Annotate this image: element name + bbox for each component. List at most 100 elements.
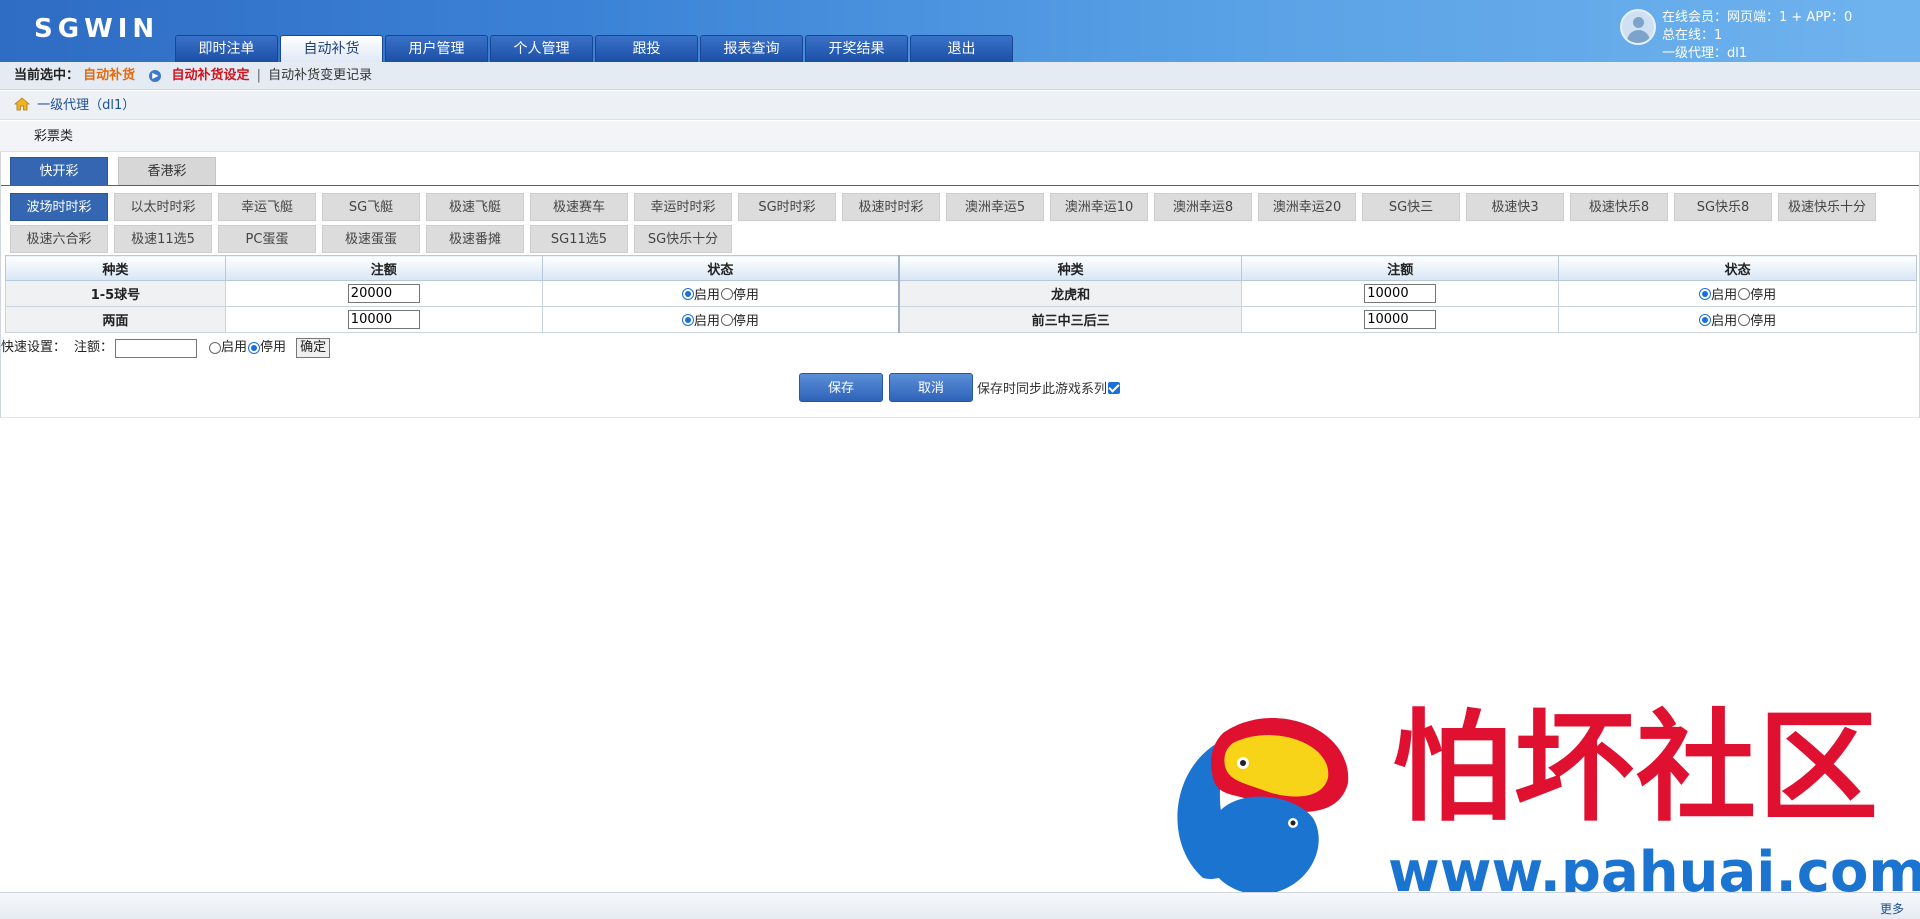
game-tab[interactable]: 澳洲幸运20: [1258, 193, 1356, 221]
disable-radio[interactable]: [1738, 314, 1751, 326]
game-tab[interactable]: 以太时时彩: [114, 193, 212, 221]
enable-radio[interactable]: [1699, 314, 1712, 326]
breadcrumb-separator: |: [256, 68, 261, 83]
disable-radio[interactable]: [1738, 288, 1751, 300]
kind-cell: 前三中三后三: [898, 306, 1243, 333]
disable-label: 停用: [732, 314, 759, 329]
auto-replenish-settings-link[interactable]: 自动补货设定: [171, 68, 249, 83]
breadcrumb-label: 当前选中：: [14, 68, 80, 83]
game-tab[interactable]: 极速11选5: [114, 225, 212, 253]
lottery-type-tabs: 快开彩 香港彩: [10, 157, 216, 185]
game-tab[interactable]: 幸运飞艇: [218, 193, 316, 221]
game-tab[interactable]: SG快乐8: [1674, 193, 1772, 221]
status-cell: 启用 停用: [1558, 306, 1917, 333]
game-tab[interactable]: 极速快乐十分: [1778, 193, 1876, 221]
category-bar: 彩票类: [0, 121, 1920, 152]
footer-bar: 更多: [0, 892, 1920, 919]
game-tab[interactable]: 极速番摊: [426, 225, 524, 253]
game-tab[interactable]: 澳洲幸运10: [1050, 193, 1148, 221]
home-icon: [14, 97, 30, 111]
amount-cell: [224, 280, 543, 307]
game-tab[interactable]: 波场时时彩: [10, 193, 108, 221]
sync-series-checkbox[interactable]: [1108, 381, 1121, 394]
game-tab[interactable]: 澳洲幸运5: [946, 193, 1044, 221]
nav-tab-follow-bet[interactable]: 跟投: [595, 35, 698, 62]
main-nav: 即时注单 自动补货 用户管理 个人管理 跟投 报表查询 开奖结果 退出: [175, 35, 1013, 62]
nav-tab-reports[interactable]: 报表查询: [700, 35, 803, 62]
enable-radio[interactable]: [681, 288, 694, 300]
form-actions: 保存 取消 保存时同步此游戏系列: [799, 373, 1121, 402]
amount-cell: [1241, 306, 1560, 333]
game-tab[interactable]: 极速飞艇: [426, 193, 524, 221]
more-link[interactable]: 更多: [1880, 900, 1904, 917]
tab-fast-lottery[interactable]: 快开彩: [10, 157, 108, 185]
disable-label: 停用: [732, 288, 759, 303]
game-list: 波场时时彩 以太时时彩 幸运飞艇 SG飞艇 极速飞艇 极速赛车 幸运时时彩 SG…: [10, 193, 1910, 253]
game-tab[interactable]: SG飞艇: [322, 193, 420, 221]
table-row: 两面 启用停用 前三中三后三 启用停用: [5, 306, 1917, 333]
tab-hongkong-lottery[interactable]: 香港彩: [118, 157, 216, 185]
quick-disable-radio[interactable]: [248, 342, 261, 354]
quick-settings: 快速设置： 注额： 启用 停用 确定: [1, 337, 331, 359]
user-avatar-icon: [1620, 9, 1656, 45]
disable-radio[interactable]: [720, 288, 733, 300]
amount-input[interactable]: [347, 310, 420, 329]
confirm-button[interactable]: 确定: [296, 338, 331, 358]
online-info: 在线会员：网页端：1 + APP：0 总在线：1 一级代理：dl1: [1620, 9, 1852, 63]
game-tab[interactable]: 极速赛车: [530, 193, 628, 221]
fish-logo-icon: [1177, 717, 1349, 895]
kind-cell: 1-5球号: [5, 280, 226, 307]
game-tab[interactable]: 极速六合彩: [10, 225, 108, 253]
auto-replenish-history-link[interactable]: 自动补货变更记录: [268, 68, 372, 83]
game-tab[interactable]: 极速快乐8: [1570, 193, 1668, 221]
status-cell: 启用 停用: [541, 306, 900, 333]
amount-input[interactable]: [1364, 310, 1437, 329]
game-tab[interactable]: SG快乐十分: [634, 225, 732, 253]
agent-name[interactable]: 一级代理（dl1）: [37, 98, 135, 113]
quick-amount-label: 注额：: [74, 340, 114, 355]
sync-series-label: 保存时同步此游戏系列: [977, 382, 1108, 397]
agent-level-text: 一级代理：dl1: [1662, 46, 1748, 61]
quick-enable-label: 启用: [221, 340, 248, 355]
quick-enable-radio[interactable]: [209, 342, 222, 354]
quick-amount-input[interactable]: [115, 338, 198, 358]
amount-input[interactable]: [1364, 284, 1437, 303]
game-tab[interactable]: SG快三: [1362, 193, 1460, 221]
kind-cell: 龙虎和: [898, 280, 1243, 307]
game-tab[interactable]: 澳洲幸运8: [1154, 193, 1252, 221]
amount-input[interactable]: [347, 284, 420, 303]
nav-tab-auto-replenish[interactable]: 自动补货: [280, 35, 383, 62]
game-tab[interactable]: SG11选5: [530, 225, 628, 253]
game-tab[interactable]: 极速快3: [1466, 193, 1564, 221]
nav-tab-personal[interactable]: 个人管理: [490, 35, 593, 62]
replenish-table: 种类 注额 状态 种类 注额 状态 1-5球号 启用停用 龙虎和 启用停用 两面…: [5, 255, 1917, 333]
disable-radio[interactable]: [720, 314, 733, 326]
enable-label: 启用: [693, 288, 720, 303]
nav-tab-draw-results[interactable]: 开奖结果: [805, 35, 908, 62]
enable-radio[interactable]: [681, 314, 694, 326]
save-button[interactable]: 保存: [799, 373, 883, 402]
enable-label: 启用: [1711, 314, 1738, 329]
top-header: SGWIN 即时注单 自动补货 用户管理 个人管理 跟投 报表查询 开奖结果 退…: [0, 0, 1920, 62]
status-cell: 启用 停用: [1558, 280, 1917, 307]
column-header: 状态: [541, 255, 900, 281]
game-tab[interactable]: 幸运时时彩: [634, 193, 732, 221]
game-tab[interactable]: PC蛋蛋: [218, 225, 316, 253]
column-header: 状态: [1558, 255, 1917, 281]
quick-settings-label: 快速设置：: [1, 340, 67, 355]
game-tab[interactable]: 极速时时彩: [842, 193, 940, 221]
enable-radio[interactable]: [1699, 288, 1712, 300]
nav-tab-live-bets[interactable]: 即时注单: [175, 35, 278, 62]
agent-bar: 一级代理（dl1）: [0, 91, 1920, 120]
column-header: 种类: [898, 255, 1243, 281]
total-online-text: 总在线：1: [1662, 28, 1723, 43]
nav-tab-logout[interactable]: 退出: [910, 35, 1013, 62]
cancel-button[interactable]: 取消: [889, 373, 973, 402]
amount-cell: [1241, 280, 1560, 307]
nav-tab-user-management[interactable]: 用户管理: [385, 35, 488, 62]
online-members-text: 在线会员：网页端：1 + APP：0: [1662, 10, 1853, 25]
game-tab[interactable]: SG时时彩: [738, 193, 836, 221]
game-tab[interactable]: 极速蛋蛋: [322, 225, 420, 253]
enable-label: 启用: [1711, 288, 1738, 303]
column-header: 注额: [224, 255, 543, 281]
